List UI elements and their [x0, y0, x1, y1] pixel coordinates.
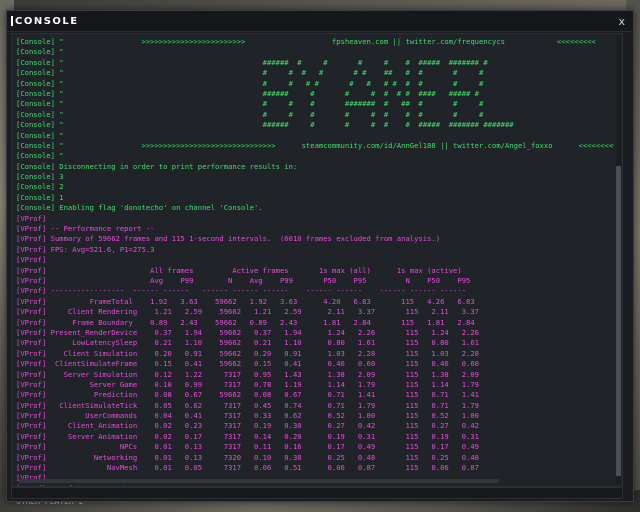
log-line: [VProf] NPCs 0.01 0.13 7317 0.11 0.16 0.…	[16, 442, 480, 452]
close-icon[interactable]: x	[618, 15, 625, 28]
log-line: [VProf] Server Game 0.10 0.99 7317 0.78 …	[16, 379, 480, 389]
log-line: [VProf] Client_Animation 0.02 0.23 7317 …	[16, 421, 480, 431]
log-line: [Console] 2	[16, 182, 64, 192]
log-line: [VProf] UserCommands 0.04 0.41 7317 0.33…	[16, 411, 480, 421]
title-wrap: CONSOLE	[11, 16, 79, 27]
vertical-scrollbar[interactable]	[616, 36, 621, 484]
log-line: [VProf] FPS: Avg=521.6, P1=275.3	[16, 244, 155, 254]
log-line: [Console] "	[16, 47, 64, 57]
console-titlebar[interactable]: CONSOLE x	[7, 11, 633, 32]
log-line: [VProf] Networking 0.01 0.13 7320 0.10 0…	[16, 452, 480, 462]
log-line: [Console] 1	[16, 192, 64, 202]
log-line: [VProf] Server Simulation 0.12 1.22 7317…	[16, 369, 480, 379]
log-line: [VProf] Server Animation 0.02 0.17 7317 …	[16, 431, 480, 441]
log-line: [VProf] ----------------- ------ ------ …	[16, 286, 467, 296]
log-line: [Console] 3	[16, 172, 64, 182]
log-line: [VProf]	[16, 255, 47, 265]
log-line: [VProf] Frame Boundary 0.89 2.43 59662 0…	[16, 317, 475, 327]
log-line: [VProf] -- Performance report --	[16, 224, 155, 234]
log-line: [VProf] Present_RenderDevice 0.37 1.94 5…	[16, 327, 480, 337]
console-input-row	[11, 487, 623, 506]
log-line: [Console] " # # # # # # ## # # # #	[16, 68, 484, 78]
scrollbar-thumb[interactable]	[616, 166, 621, 476]
log-line: [VProf] All frames Active frames 1s max …	[16, 265, 462, 275]
log-line: [Console] "	[16, 130, 64, 140]
console-command-input[interactable]	[12, 496, 622, 506]
log-line: [VProf]	[16, 213, 47, 223]
log-line: [VProf] ClientSimulateTick 0.05 0.62 731…	[16, 400, 480, 410]
log-line: [Console] " # # # # # # # # # # # #	[16, 78, 484, 88]
log-line: [VProf] ClientSimulateFrame 0.15 0.41 59…	[16, 359, 480, 369]
log-line: [Console] " >>>>>>>>>>>>>>>>>>>>>>>>>>>>…	[16, 140, 614, 150]
log-line: [Console] " >>>>>>>>>>>>>>>>>>>>>>>> fps…	[16, 37, 596, 46]
log-line: [VProf] Client Rendering 1.21 2.59 59662…	[16, 307, 480, 317]
log-line: [Console] "	[16, 151, 64, 161]
log-line: [VProf] FrameTotal 1.92 3.63 59662 1.92 …	[16, 296, 475, 306]
console-log: [Console] " >>>>>>>>>>>>>>>>>>>>>>>> fps…	[16, 37, 614, 486]
console-window: CONSOLE x [Console] " >>>>>>>>>>>>>>>>>>…	[6, 10, 634, 506]
log-line: [Console] " # # # # # # # # # #	[16, 109, 484, 119]
log-line: [Console] " ###### # # # # # ##### #####…	[16, 120, 514, 130]
log-line: [Console] " # # # ####### # ## # # #	[16, 99, 484, 109]
console-title: CONSOLE	[15, 15, 79, 27]
console-output-panel[interactable]: [Console] " >>>>>>>>>>>>>>>>>>>>>>>> fps…	[11, 33, 623, 487]
log-line: [VProf] NavMesh 0.01 0.05 7317 0.06 0.51…	[16, 463, 480, 473]
log-line: [Console] " ###### # # # # # ##### #####…	[16, 57, 488, 67]
log-line: [VProf] Summary of 59662 frames and 115 …	[16, 234, 441, 244]
horizontal-scrollbar[interactable]	[19, 479, 499, 483]
log-line: [VProf] Prediction 0.08 0.67 59662 0.08 …	[16, 390, 480, 400]
log-line: [VProf] LowLatencySleep 0.21 1.10 59662 …	[16, 338, 480, 348]
log-line: [VProf] Avg P99 N Avg P99 P50 P95 N P50 …	[16, 275, 471, 285]
log-line: [VProf] Client Simulation 0.20 0.91 5966…	[16, 348, 480, 358]
log-line: [Console] " ###### # # # # # # #### ####…	[16, 88, 480, 98]
log-line: [Console] Enabling flag 'donotecho' on c…	[16, 203, 263, 213]
log-line: [Console] Disconnecting in order to prin…	[16, 161, 298, 171]
title-accent-bar	[11, 16, 13, 26]
